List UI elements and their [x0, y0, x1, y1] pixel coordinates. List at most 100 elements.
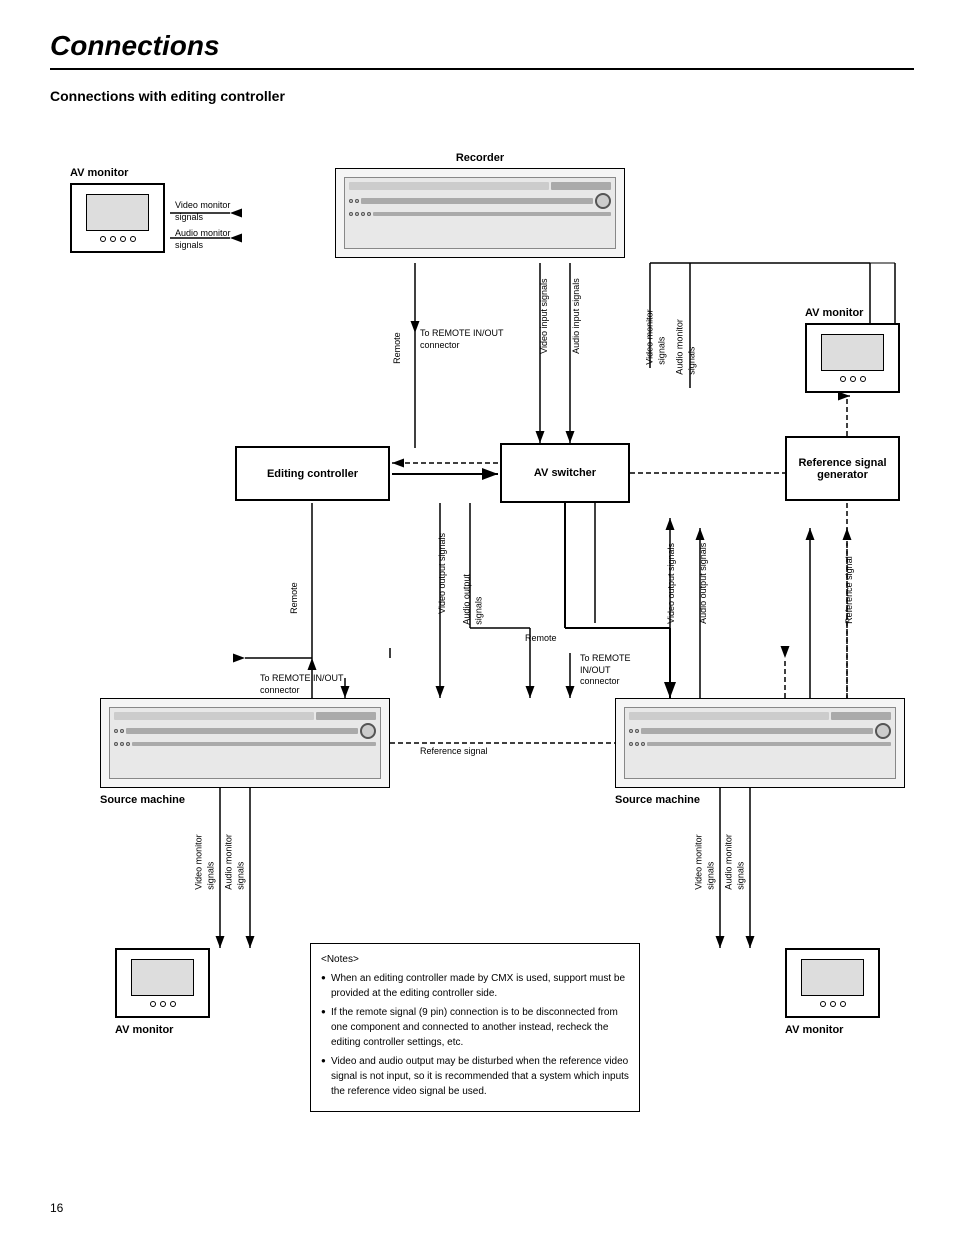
- source-left-row-3: [114, 742, 376, 746]
- ref-signal-gen-box: Reference signal generator: [785, 436, 900, 501]
- recorder-device: Recorder: [335, 168, 625, 258]
- monitor-bl-screen: [131, 959, 195, 995]
- monitor-dot-3: [120, 236, 126, 242]
- source-machine-left: Source machine: [100, 698, 390, 788]
- recorder-knob: [595, 193, 611, 209]
- page-title: Connections: [50, 30, 914, 70]
- src-l-dot-3: [114, 742, 118, 746]
- av-monitor-tr-illustration: [805, 323, 900, 393]
- to-remote-inout-bottom-mid-label: To REMOTEIN/OUTconnector: [580, 653, 631, 688]
- source-left-row-1: [114, 712, 376, 720]
- rec-dot-5: [361, 212, 365, 216]
- src-l-dot-1: [114, 729, 118, 733]
- recorder-label: Recorder: [456, 152, 504, 164]
- reference-signal-label: Reference signal: [420, 746, 488, 758]
- rec-dot-4: [355, 212, 359, 216]
- recorder-illustration: [335, 168, 625, 258]
- ref-signal-gen-label: Reference signal generator: [798, 457, 886, 481]
- source-left-row-2: [114, 723, 376, 739]
- av-switcher-box: AV switcher: [500, 443, 630, 503]
- monitor-dot-2: [110, 236, 116, 242]
- monitor-screen: [86, 194, 150, 230]
- notes-title: <Notes>: [321, 952, 629, 967]
- source-r-panel-3: [641, 728, 873, 734]
- page-number: 16: [50, 1201, 63, 1215]
- recorder-panel-2: [551, 182, 611, 190]
- source-l-panel-4: [132, 742, 376, 746]
- rec-dot-2: [355, 199, 359, 203]
- source-r-knob: [875, 723, 891, 739]
- note-item-2: If the remote signal (9 pin) connection …: [321, 1005, 629, 1050]
- monitor-br-screen: [801, 959, 865, 995]
- audio-monitor-signals-bl: Audio monitorsignals: [223, 834, 246, 890]
- src-r-dot-3: [629, 742, 633, 746]
- src-l-dot-4: [120, 742, 124, 746]
- notes-list: When an editing controller made by CMX i…: [321, 971, 629, 1099]
- av-monitor-bl-label: AV monitor: [115, 1024, 173, 1036]
- remote-bottom-label: Remote: [525, 633, 557, 645]
- av-monitor-bl-illustration: [115, 948, 210, 1018]
- monitor-base: [100, 236, 136, 242]
- source-left-inner: [109, 707, 381, 779]
- rec-dot-1: [349, 199, 353, 203]
- monitor-dot-1: [100, 236, 106, 242]
- av-monitor-tl-label: AV monitor: [70, 167, 128, 179]
- monitor-tr-screen: [821, 334, 885, 370]
- source-l-knob: [360, 723, 376, 739]
- note-item-1: When an editing controller made by CMX i…: [321, 971, 629, 1001]
- audio-input-signals-label: Audio input signals: [571, 278, 583, 354]
- audio-monitor-signals-tl: Audio monitorsignals: [175, 228, 231, 251]
- video-input-signals-label: Video input signals: [539, 278, 551, 353]
- monitor-tr-dot-2: [850, 376, 856, 382]
- note-item-3: Video and audio output may be disturbed …: [321, 1054, 629, 1099]
- source-right-illustration: [615, 698, 905, 788]
- av-monitor-bottom-right: AV monitor: [785, 948, 880, 1018]
- recorder-panel-3: [361, 198, 593, 204]
- src-r-dot-5: [641, 742, 645, 746]
- audio-monitor-signals-tr: Audio monitorsignals: [674, 319, 697, 375]
- src-r-dot-2: [635, 729, 639, 733]
- monitor-bl-dot-2: [160, 1001, 166, 1007]
- source-r-panel-4: [647, 742, 891, 746]
- source-left-label: Source machine: [100, 794, 185, 806]
- recorder-row-2: [349, 193, 611, 209]
- audio-output-signals-right: Audio output signals: [698, 543, 710, 624]
- av-monitor-bottom-left: AV monitor: [115, 948, 210, 1018]
- source-right-row-2: [629, 723, 891, 739]
- video-output-signals-left: Video output signals: [437, 533, 449, 614]
- source-l-panel-1: [114, 712, 314, 720]
- source-right-row-3: [629, 742, 891, 746]
- source-r-panel-1: [629, 712, 829, 720]
- recorder-row-1: [349, 182, 611, 190]
- rec-dot-3: [349, 212, 353, 216]
- source-right-inner: [624, 707, 896, 779]
- to-remote-inout-top-label: To REMOTE IN/OUTconnector: [420, 328, 504, 351]
- monitor-dot-4: [130, 236, 136, 242]
- notes-box: <Notes> When an editing controller made …: [310, 943, 640, 1112]
- monitor-tr-dot-1: [840, 376, 846, 382]
- source-l-panel-2: [316, 712, 376, 720]
- video-monitor-signals-tl: Video monitorsignals: [175, 200, 230, 223]
- recorder-panel-1: [349, 182, 549, 190]
- src-l-dot-2: [120, 729, 124, 733]
- monitor-bl-dot-3: [170, 1001, 176, 1007]
- monitor-bl-base: [150, 1001, 176, 1007]
- diagram: AV monitor Video monitorsignals Audio mo…: [50, 118, 910, 1078]
- monitor-br-dot-3: [840, 1001, 846, 1007]
- monitor-br-base: [820, 1001, 846, 1007]
- recorder-inner: [344, 177, 616, 249]
- src-l-dot-5: [126, 742, 130, 746]
- video-monitor-signals-bl: Video monitorsignals: [193, 834, 216, 889]
- av-monitor-top-left: AV monitor: [70, 183, 165, 253]
- av-monitor-tr-label: AV monitor: [805, 307, 863, 319]
- editing-controller-box: Editing controller: [235, 446, 390, 501]
- source-machine-right: Source machine: [615, 698, 905, 788]
- remote-mid-label: Remote: [289, 582, 301, 614]
- editing-controller-label: Editing controller: [267, 468, 358, 480]
- source-left-illustration: [100, 698, 390, 788]
- av-monitor-top-right: AV monitor: [805, 323, 900, 393]
- video-monitor-signals-tr: Video monitorsignals: [644, 309, 667, 364]
- audio-monitor-signals-br: Audio monitorsignals: [723, 834, 746, 890]
- page-content: Connections Connections with editing con…: [0, 0, 954, 1108]
- av-monitor-tl-illustration: [70, 183, 165, 253]
